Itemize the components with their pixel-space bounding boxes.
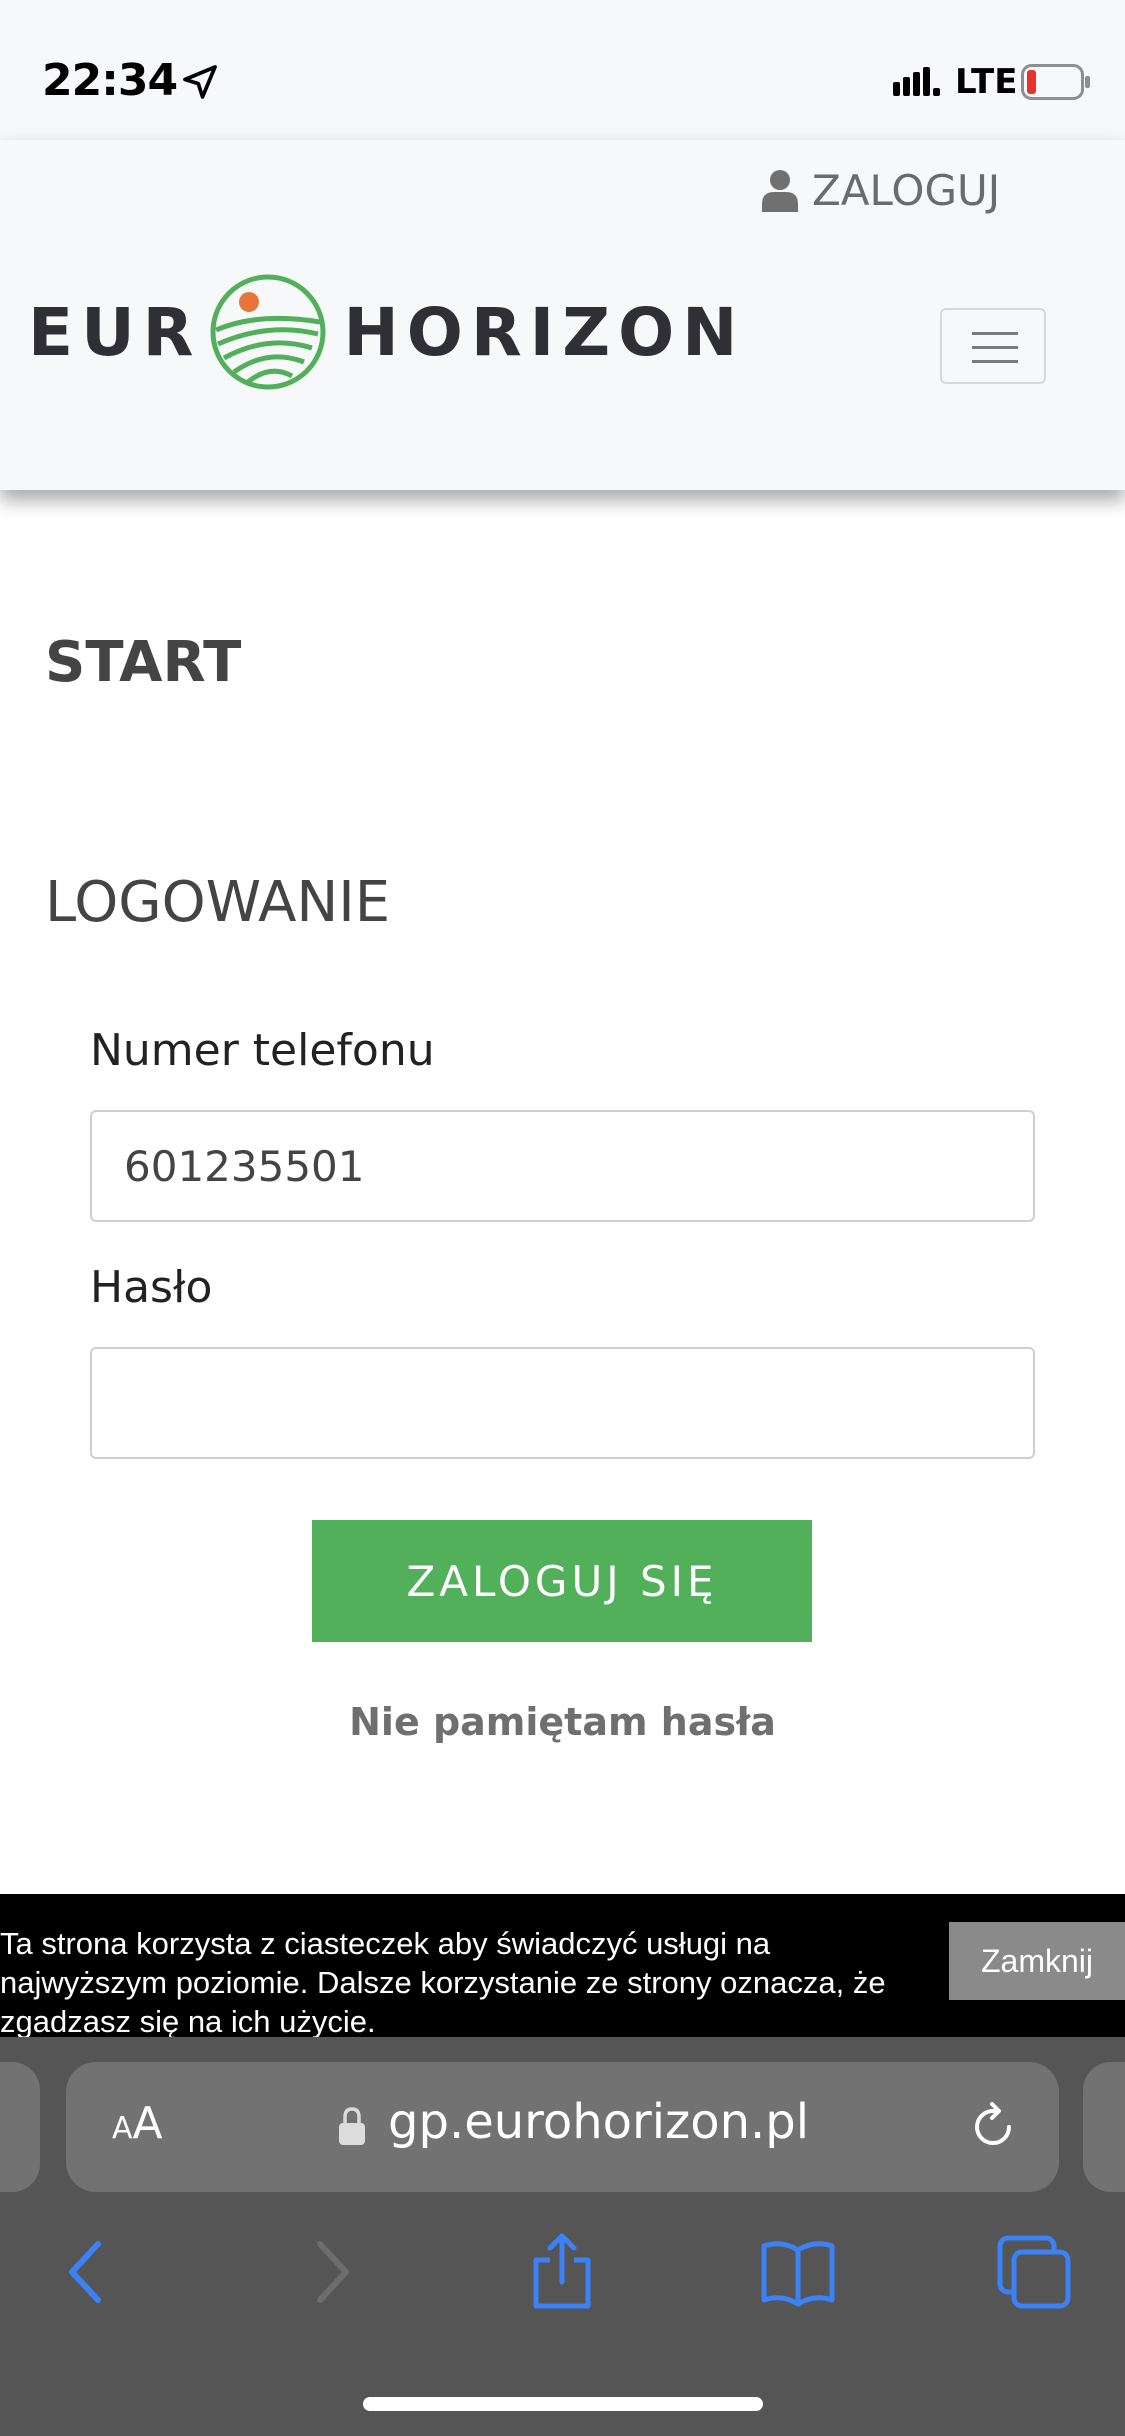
- page: 22:34 LTE ZALOGUJ EUR HORIZON START LOGO…: [0, 0, 1125, 2436]
- phone-input[interactable]: [90, 1110, 1035, 1222]
- password-label: Hasło: [90, 1262, 213, 1313]
- hamburger-line: [972, 360, 1018, 363]
- page-title: START: [45, 630, 242, 695]
- next-tab-preview[interactable]: [1083, 2062, 1125, 2192]
- tabs-icon[interactable]: [994, 2232, 1074, 2312]
- previous-tab-preview[interactable]: [0, 2062, 40, 2192]
- location-arrow-icon: [183, 65, 217, 99]
- hamburger-menu-button[interactable]: [940, 308, 1046, 384]
- aa-small-letter: A: [112, 2111, 133, 2146]
- address-bar[interactable]: AA gp.eurohorizon.pl: [66, 2062, 1059, 2192]
- cookie-banner: Ta strona korzysta z ciasteczek aby świa…: [0, 1894, 1125, 2039]
- cookie-close-button[interactable]: Zamknij: [949, 1922, 1125, 2000]
- logo-text-right: HORIZON: [343, 293, 746, 371]
- status-time: 22:34: [42, 55, 178, 106]
- logo-horizon-icon: [210, 274, 325, 390]
- back-icon[interactable]: [48, 2232, 128, 2312]
- cellular-signal-icon: [893, 67, 940, 96]
- battery-icon: [1021, 64, 1090, 100]
- user-icon: [762, 170, 798, 212]
- phone-label: Numer telefonu: [90, 1025, 435, 1076]
- lock-icon: [339, 2107, 365, 2145]
- password-input[interactable]: [90, 1347, 1035, 1459]
- reader-options-button[interactable]: AA: [112, 2098, 163, 2149]
- login-link[interactable]: ZALOGUJ: [762, 160, 1000, 220]
- status-bar: 22:34 LTE: [0, 0, 1125, 140]
- network-type: LTE: [955, 62, 1018, 102]
- login-submit-button[interactable]: ZALOGUJ SIĘ: [312, 1520, 812, 1642]
- logo-text-left: EUR: [28, 293, 202, 371]
- forward-icon[interactable]: [290, 2232, 370, 2312]
- browser-toolbar: AA gp.eurohorizon.pl: [0, 2037, 1125, 2436]
- site-header: ZALOGUJ EUR HORIZON: [0, 140, 1125, 490]
- login-link-label: ZALOGUJ: [812, 165, 1001, 215]
- reload-icon[interactable]: [966, 2100, 1020, 2154]
- share-icon[interactable]: [522, 2232, 602, 2312]
- hamburger-line: [972, 332, 1018, 335]
- hamburger-line: [972, 346, 1018, 349]
- cookie-message: Ta strona korzysta z ciasteczek aby świa…: [0, 1926, 886, 2039]
- forgot-password-link[interactable]: Nie pamiętam hasła: [0, 1700, 1125, 1744]
- eurohorizon-logo[interactable]: EUR HORIZON: [28, 272, 745, 392]
- aa-large-letter: A: [132, 2098, 163, 2149]
- home-indicator[interactable]: [363, 2397, 763, 2411]
- bookmarks-icon[interactable]: [758, 2232, 838, 2312]
- login-section-heading: LOGOWANIE: [45, 870, 391, 935]
- address-url: gp.eurohorizon.pl: [388, 2094, 810, 2150]
